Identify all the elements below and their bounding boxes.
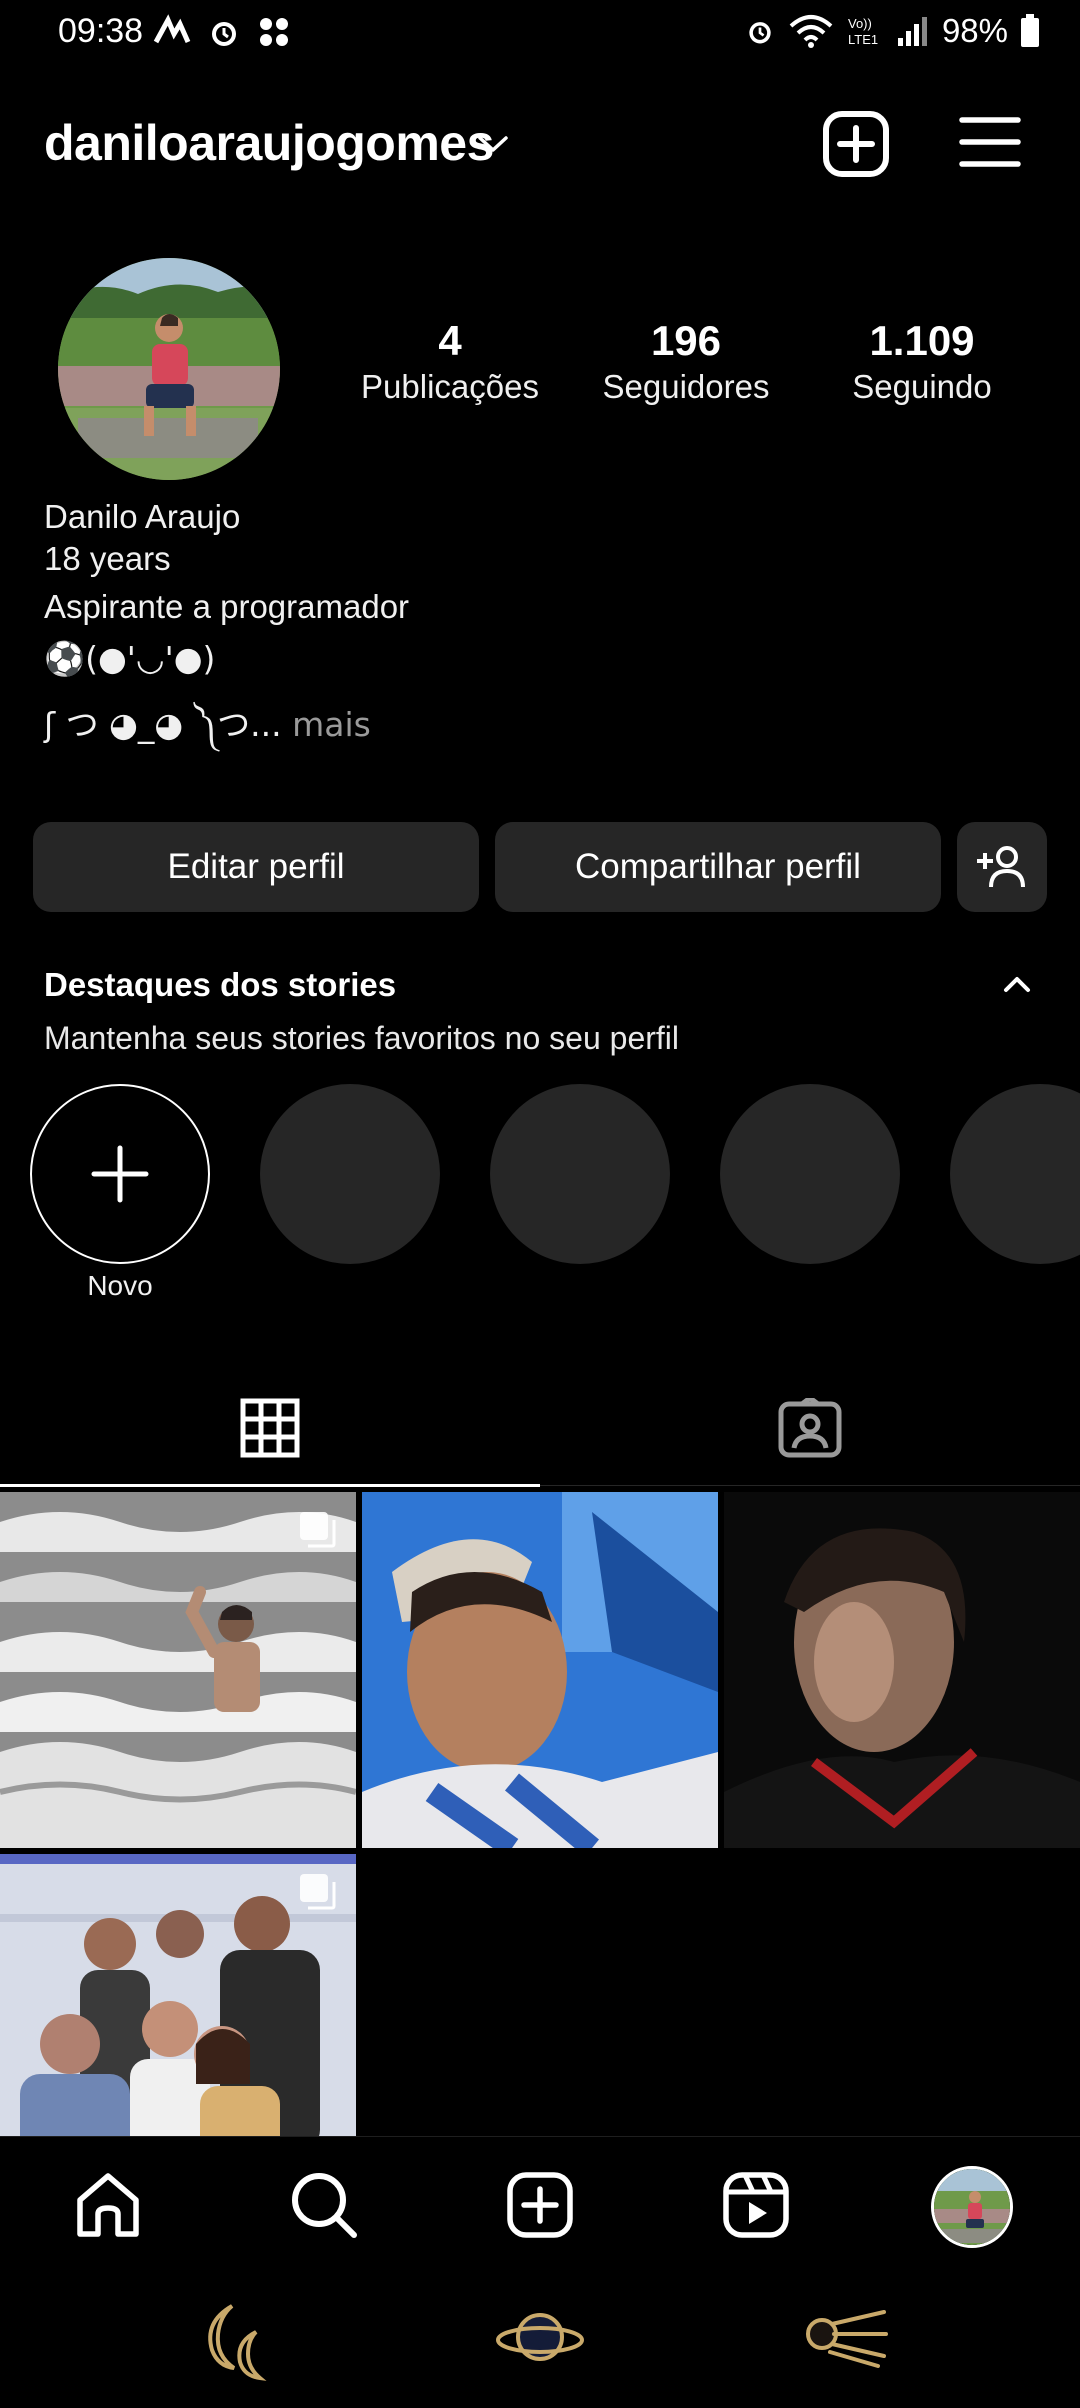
username-switcher[interactable]: daniloaraujogomes — [44, 114, 494, 172]
post-dark-portrait[interactable] — [724, 1492, 1080, 1848]
profile-bio: Danilo Araujo 18 years Aspirante a progr… — [44, 494, 409, 748]
stat-followers-value: 196 — [650, 317, 722, 364]
comet-icon[interactable] — [800, 2304, 888, 2370]
highlight-placeholder — [490, 1084, 670, 1264]
new-highlight-button[interactable] — [30, 1084, 210, 1264]
moon-icon[interactable] — [194, 2296, 284, 2386]
edit-profile-button[interactable]: Editar perfil — [33, 822, 479, 912]
stat-followers[interactable]: 196 Seguidores — [576, 317, 796, 406]
nav-create[interactable] — [500, 2165, 580, 2245]
gesture-bar — [0, 2274, 1080, 2408]
search-icon — [292, 2173, 357, 2238]
status-time: 09:38 — [58, 12, 144, 50]
add-square-icon[interactable] — [822, 110, 890, 178]
battery-icon — [1021, 14, 1039, 47]
status-right-icons: Vo)) LTE1 98% — [744, 12, 1040, 50]
svg-text:Vo)): Vo)) — [848, 16, 872, 31]
activity-icon — [153, 14, 191, 44]
bio-line-4: ʃ つ ◕_◕ ༽つ... — [44, 705, 282, 744]
highlights-subtitle: Mantenha seus stories favoritos no seu p… — [44, 1020, 679, 1056]
bio-line-2: Aspirante a programador — [44, 588, 410, 625]
nav-search[interactable] — [284, 2165, 364, 2245]
active-tab-indicator — [0, 1484, 540, 1487]
chevron-down-icon[interactable] — [476, 132, 510, 156]
carousel-icon — [300, 1874, 336, 1910]
bio-line-3: ⚽(●'◡'●) — [44, 639, 216, 678]
home-icon — [77, 2173, 139, 2237]
tab-posts-grid[interactable] — [0, 1370, 540, 1487]
stat-following[interactable]: 1.109 Seguindo — [812, 317, 1032, 406]
alarm-icon — [212, 22, 236, 46]
alarm-icon — [749, 22, 771, 44]
hamburger-menu-icon[interactable] — [958, 114, 1022, 170]
status-left-icons — [152, 14, 292, 50]
carousel-icon — [300, 1512, 336, 1548]
profile-avatar — [931, 2166, 1013, 2248]
stat-posts[interactable]: 4 Publicações — [340, 317, 560, 406]
stat-followers-label: Seguidores — [602, 368, 770, 406]
plus-icon — [91, 1145, 149, 1203]
profile-avatar[interactable] — [58, 258, 280, 480]
grid-app-icon — [260, 18, 288, 46]
stat-following-label: Seguindo — [852, 368, 992, 406]
new-highlight-label: Novo — [87, 1270, 153, 1301]
highlight-placeholder — [950, 1084, 1080, 1264]
stat-posts-label: Publicações — [361, 368, 539, 406]
signal-icon — [897, 17, 927, 46]
nav-home[interactable] — [68, 2165, 148, 2245]
stat-following-value: 1.109 — [869, 317, 975, 364]
stat-posts-value: 4 — [438, 317, 462, 364]
grid-icon — [240, 1398, 300, 1458]
bio-name: Danilo Araujo — [44, 498, 241, 535]
tagged-icon — [778, 1398, 842, 1458]
share-profile-button[interactable]: Compartilhar perfil — [495, 822, 941, 912]
bottom-navigation — [0, 2136, 1080, 2274]
bio-line-1: 18 years — [44, 540, 171, 577]
post-beach[interactable] — [0, 1492, 356, 1848]
create-icon — [507, 2172, 573, 2238]
bio-more-link[interactable]: mais — [282, 705, 371, 744]
nav-profile[interactable] — [930, 2165, 1014, 2249]
nav-reels[interactable] — [716, 2165, 796, 2245]
status-bar: 09:38 Vo)) LTE1 98% — [0, 0, 1080, 70]
highlights-title: Destaques dos stories — [44, 966, 397, 1003]
add-person-icon — [977, 846, 1025, 888]
profile-header: daniloaraujogomes — [0, 100, 1080, 190]
planet-icon[interactable] — [496, 2302, 584, 2372]
wifi-icon — [789, 15, 833, 48]
bio-line-4-row: ʃ つ ◕_◕ ༽つ... mais — [44, 702, 409, 748]
profile-tabs — [0, 1370, 1080, 1487]
highlight-placeholder — [720, 1084, 900, 1264]
tab-tagged[interactable] — [540, 1370, 1080, 1486]
svg-text:LTE1: LTE1 — [848, 32, 878, 47]
highlight-placeholder — [260, 1084, 440, 1264]
discover-people-button[interactable] — [957, 822, 1047, 912]
battery-percent: 98% — [941, 12, 1008, 49]
volte-icon: Vo))LTE1 — [848, 16, 878, 47]
reels-icon — [723, 2172, 789, 2238]
post-selfie-blue[interactable] — [362, 1492, 718, 1848]
chevron-up-icon[interactable] — [1002, 972, 1032, 996]
